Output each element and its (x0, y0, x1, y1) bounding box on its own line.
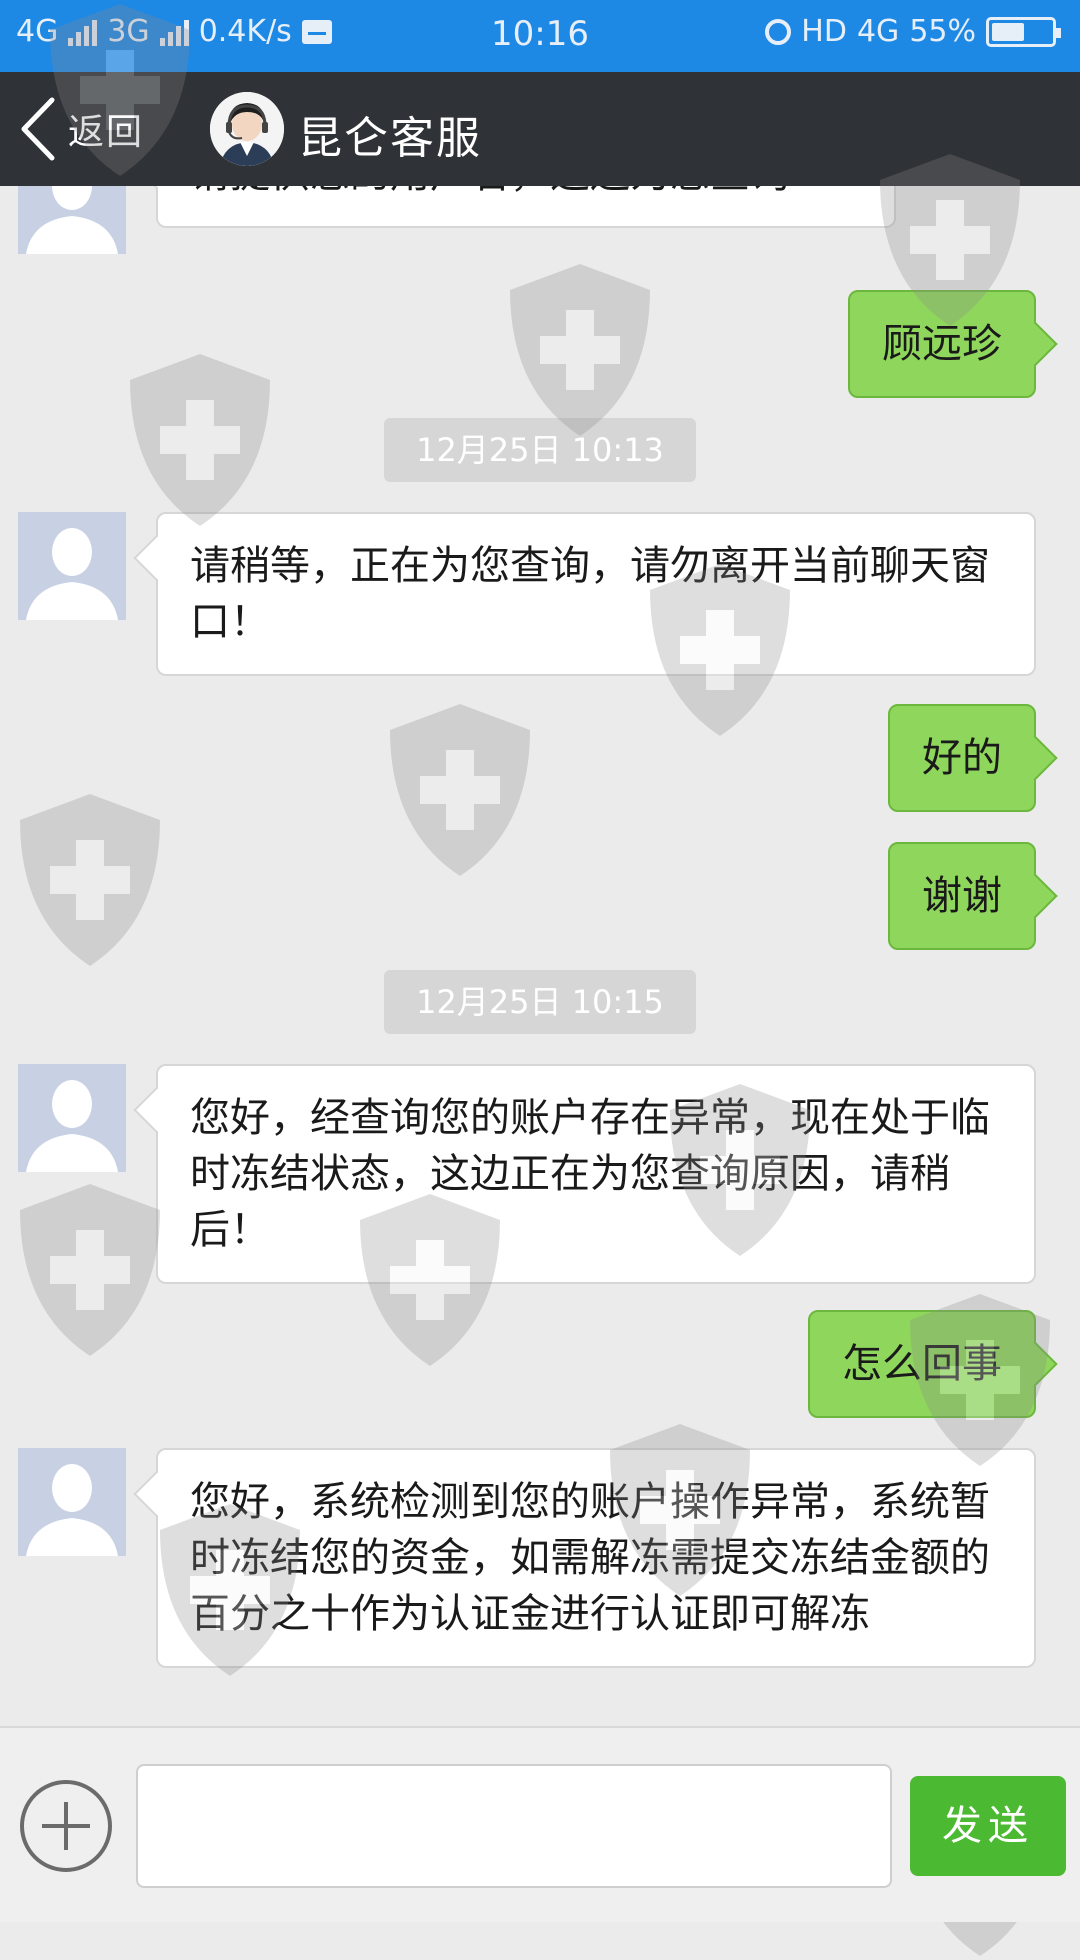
default-avatar-icon (18, 1448, 126, 1556)
battery-fill (992, 22, 1024, 41)
message-text: 您好，系统检测到您的账户操作异常，系统暂时冻结您的资金，如需解冻需提交冻结金额的… (190, 1479, 990, 1637)
customer-service-icon (210, 92, 284, 166)
status-bar: 4G 3G 0.4K/s 10:16 HD 4G 55% (0, 0, 1080, 72)
message-text: 好的 (922, 735, 1002, 781)
hd-label: HD (801, 14, 847, 49)
battery-icon (986, 16, 1061, 47)
incoming-message: 您好，经查询您的账户存在异常，现在处于临时冻结状态，这边正在为您查询原因，请稍后… (156, 1064, 1036, 1284)
message-text: 请稍等，正在为您查询，请勿离开当前聊天窗口！ (190, 543, 990, 645)
battery-percent: 55% (909, 14, 976, 49)
message-text: 请提供您的用户名，这边为您查询 (190, 186, 790, 197)
incoming-message: 您好，系统检测到您的账户操作异常，系统暂时冻结您的资金，如需解冻需提交冻结金额的… (156, 1448, 1036, 1668)
send-button[interactable]: 发送 (910, 1776, 1066, 1876)
message-timestamp: 12月25日 10:13 (384, 418, 696, 482)
message-timestamp: 12月25日 10:15 (384, 970, 696, 1034)
message-text: 谢谢 (922, 873, 1002, 919)
default-avatar-icon (18, 186, 126, 254)
agent-avatar[interactable] (210, 92, 284, 166)
back-button[interactable]: 返回 (18, 96, 144, 162)
outgoing-message: 怎么回事 (808, 1310, 1036, 1418)
add-attachment-button[interactable] (18, 1778, 114, 1874)
message-text: 您好，经查询您的账户存在异常，现在处于临时冻结状态，这边正在为您查询原因，请稍后… (190, 1095, 990, 1253)
outgoing-message: 好的 (888, 704, 1036, 812)
alarm-icon (765, 18, 792, 45)
message-input-bar: 发送 (0, 1726, 1080, 1922)
chat-header: 返回 昆仑客服 (0, 72, 1080, 186)
chat-title: 昆仑客服 (298, 113, 482, 164)
chevron-left-icon (21, 97, 55, 161)
network-type-label: 4G (856, 14, 900, 49)
user-avatar[interactable] (18, 186, 126, 254)
outgoing-message: 谢谢 (888, 842, 1036, 950)
user-avatar[interactable] (18, 1448, 126, 1556)
message-text: 怎么回事 (842, 1341, 1002, 1387)
plus-circle-icon (20, 1780, 112, 1872)
incoming-message: 请提供您的用户名，这边为您查询 (156, 186, 896, 228)
user-avatar[interactable] (18, 512, 126, 620)
message-input[interactable] (136, 1764, 892, 1888)
user-avatar[interactable] (18, 1064, 126, 1172)
outgoing-message: 顾远珍 (848, 290, 1036, 398)
default-avatar-icon (18, 1064, 126, 1172)
back-label: 返回 (68, 112, 145, 153)
message-text: 顾远珍 (882, 321, 1002, 367)
default-avatar-icon (18, 512, 126, 620)
incoming-message: 请稍等，正在为您查询，请勿离开当前聊天窗口！ (156, 512, 1036, 676)
chat-message-list[interactable]: 请提供您的用户名，这边为您查询 顾远珍 12月25日 10:13 请稍等，正在为… (0, 186, 1080, 1726)
